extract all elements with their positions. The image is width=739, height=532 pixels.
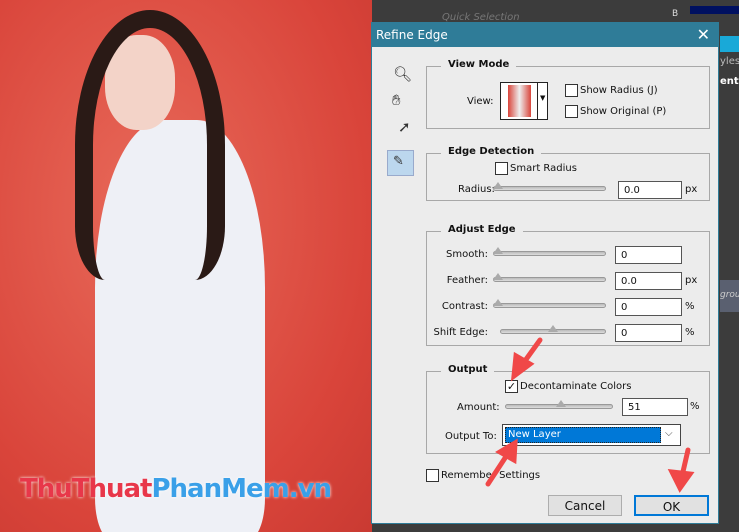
annotation-arrows bbox=[485, 337, 695, 493]
arrow-output-to bbox=[485, 452, 510, 487]
